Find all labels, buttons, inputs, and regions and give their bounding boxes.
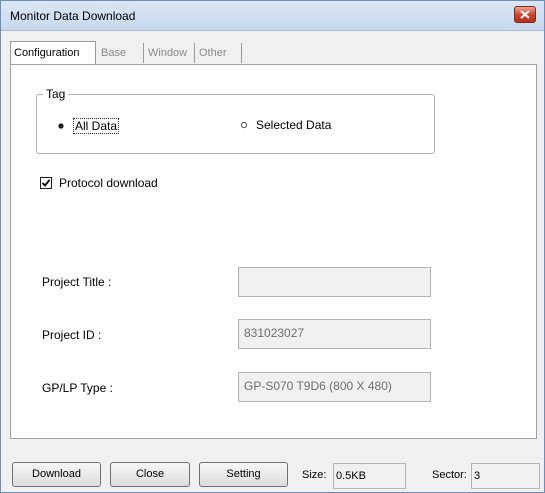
sector-label: Sector: bbox=[432, 469, 467, 481]
protocol-download-label: Protocol download bbox=[59, 176, 158, 190]
tag-group-label: Tag bbox=[43, 87, 69, 101]
project-id-label: Project ID : bbox=[42, 328, 102, 342]
tab-label: Window bbox=[148, 47, 188, 59]
tab-configuration[interactable]: Configuration bbox=[10, 41, 96, 65]
title-bar[interactable]: Monitor Data Download bbox=[1, 1, 544, 31]
dialog-window: Monitor Data Download Configuration Base… bbox=[0, 0, 545, 493]
radio-selected-icon bbox=[55, 120, 67, 132]
tab-label: Configuration bbox=[14, 47, 80, 59]
radio-selected-data[interactable]: Selected Data bbox=[238, 118, 331, 132]
tab-label: Other bbox=[199, 47, 227, 59]
tab-base[interactable]: Base bbox=[98, 43, 144, 63]
radio-all-data-label: All Data bbox=[73, 118, 120, 134]
size-value: 0.5KB bbox=[333, 463, 406, 489]
close-icon bbox=[520, 10, 530, 19]
setting-button[interactable]: Setting bbox=[199, 462, 288, 487]
close-window-button[interactable] bbox=[514, 6, 536, 23]
close-button[interactable]: Close bbox=[110, 462, 190, 487]
gplp-type-label: GP/LP Type : bbox=[42, 381, 113, 395]
download-button[interactable]: Download bbox=[12, 462, 101, 487]
project-title-field[interactable] bbox=[238, 267, 431, 297]
window-title: Monitor Data Download bbox=[10, 9, 136, 23]
project-title-label: Project Title : bbox=[42, 275, 112, 289]
radio-unselected-icon bbox=[238, 119, 250, 131]
radio-selected-data-label: Selected Data bbox=[256, 118, 332, 132]
dialog-client-area: Configuration Base Window Other Tag All … bbox=[7, 31, 538, 487]
tab-other[interactable]: Other bbox=[196, 43, 242, 63]
radio-all-data[interactable]: All Data bbox=[55, 118, 120, 134]
tab-window[interactable]: Window bbox=[145, 43, 195, 63]
checkmark-icon bbox=[40, 177, 52, 189]
tag-groupbox: Tag All Data Selected Data bbox=[36, 87, 435, 154]
size-label: Size: bbox=[302, 469, 327, 481]
project-id-field[interactable]: 831023027 bbox=[238, 319, 431, 349]
protocol-download-checkbox[interactable]: Protocol download bbox=[40, 176, 158, 190]
tab-label: Base bbox=[101, 47, 127, 59]
gplp-type-field[interactable]: GP-S070 T9D6 (800 X 480) bbox=[238, 372, 431, 402]
sector-value: 3 bbox=[471, 463, 540, 489]
configuration-panel: Tag All Data Selected Data Protocol down… bbox=[10, 64, 537, 439]
